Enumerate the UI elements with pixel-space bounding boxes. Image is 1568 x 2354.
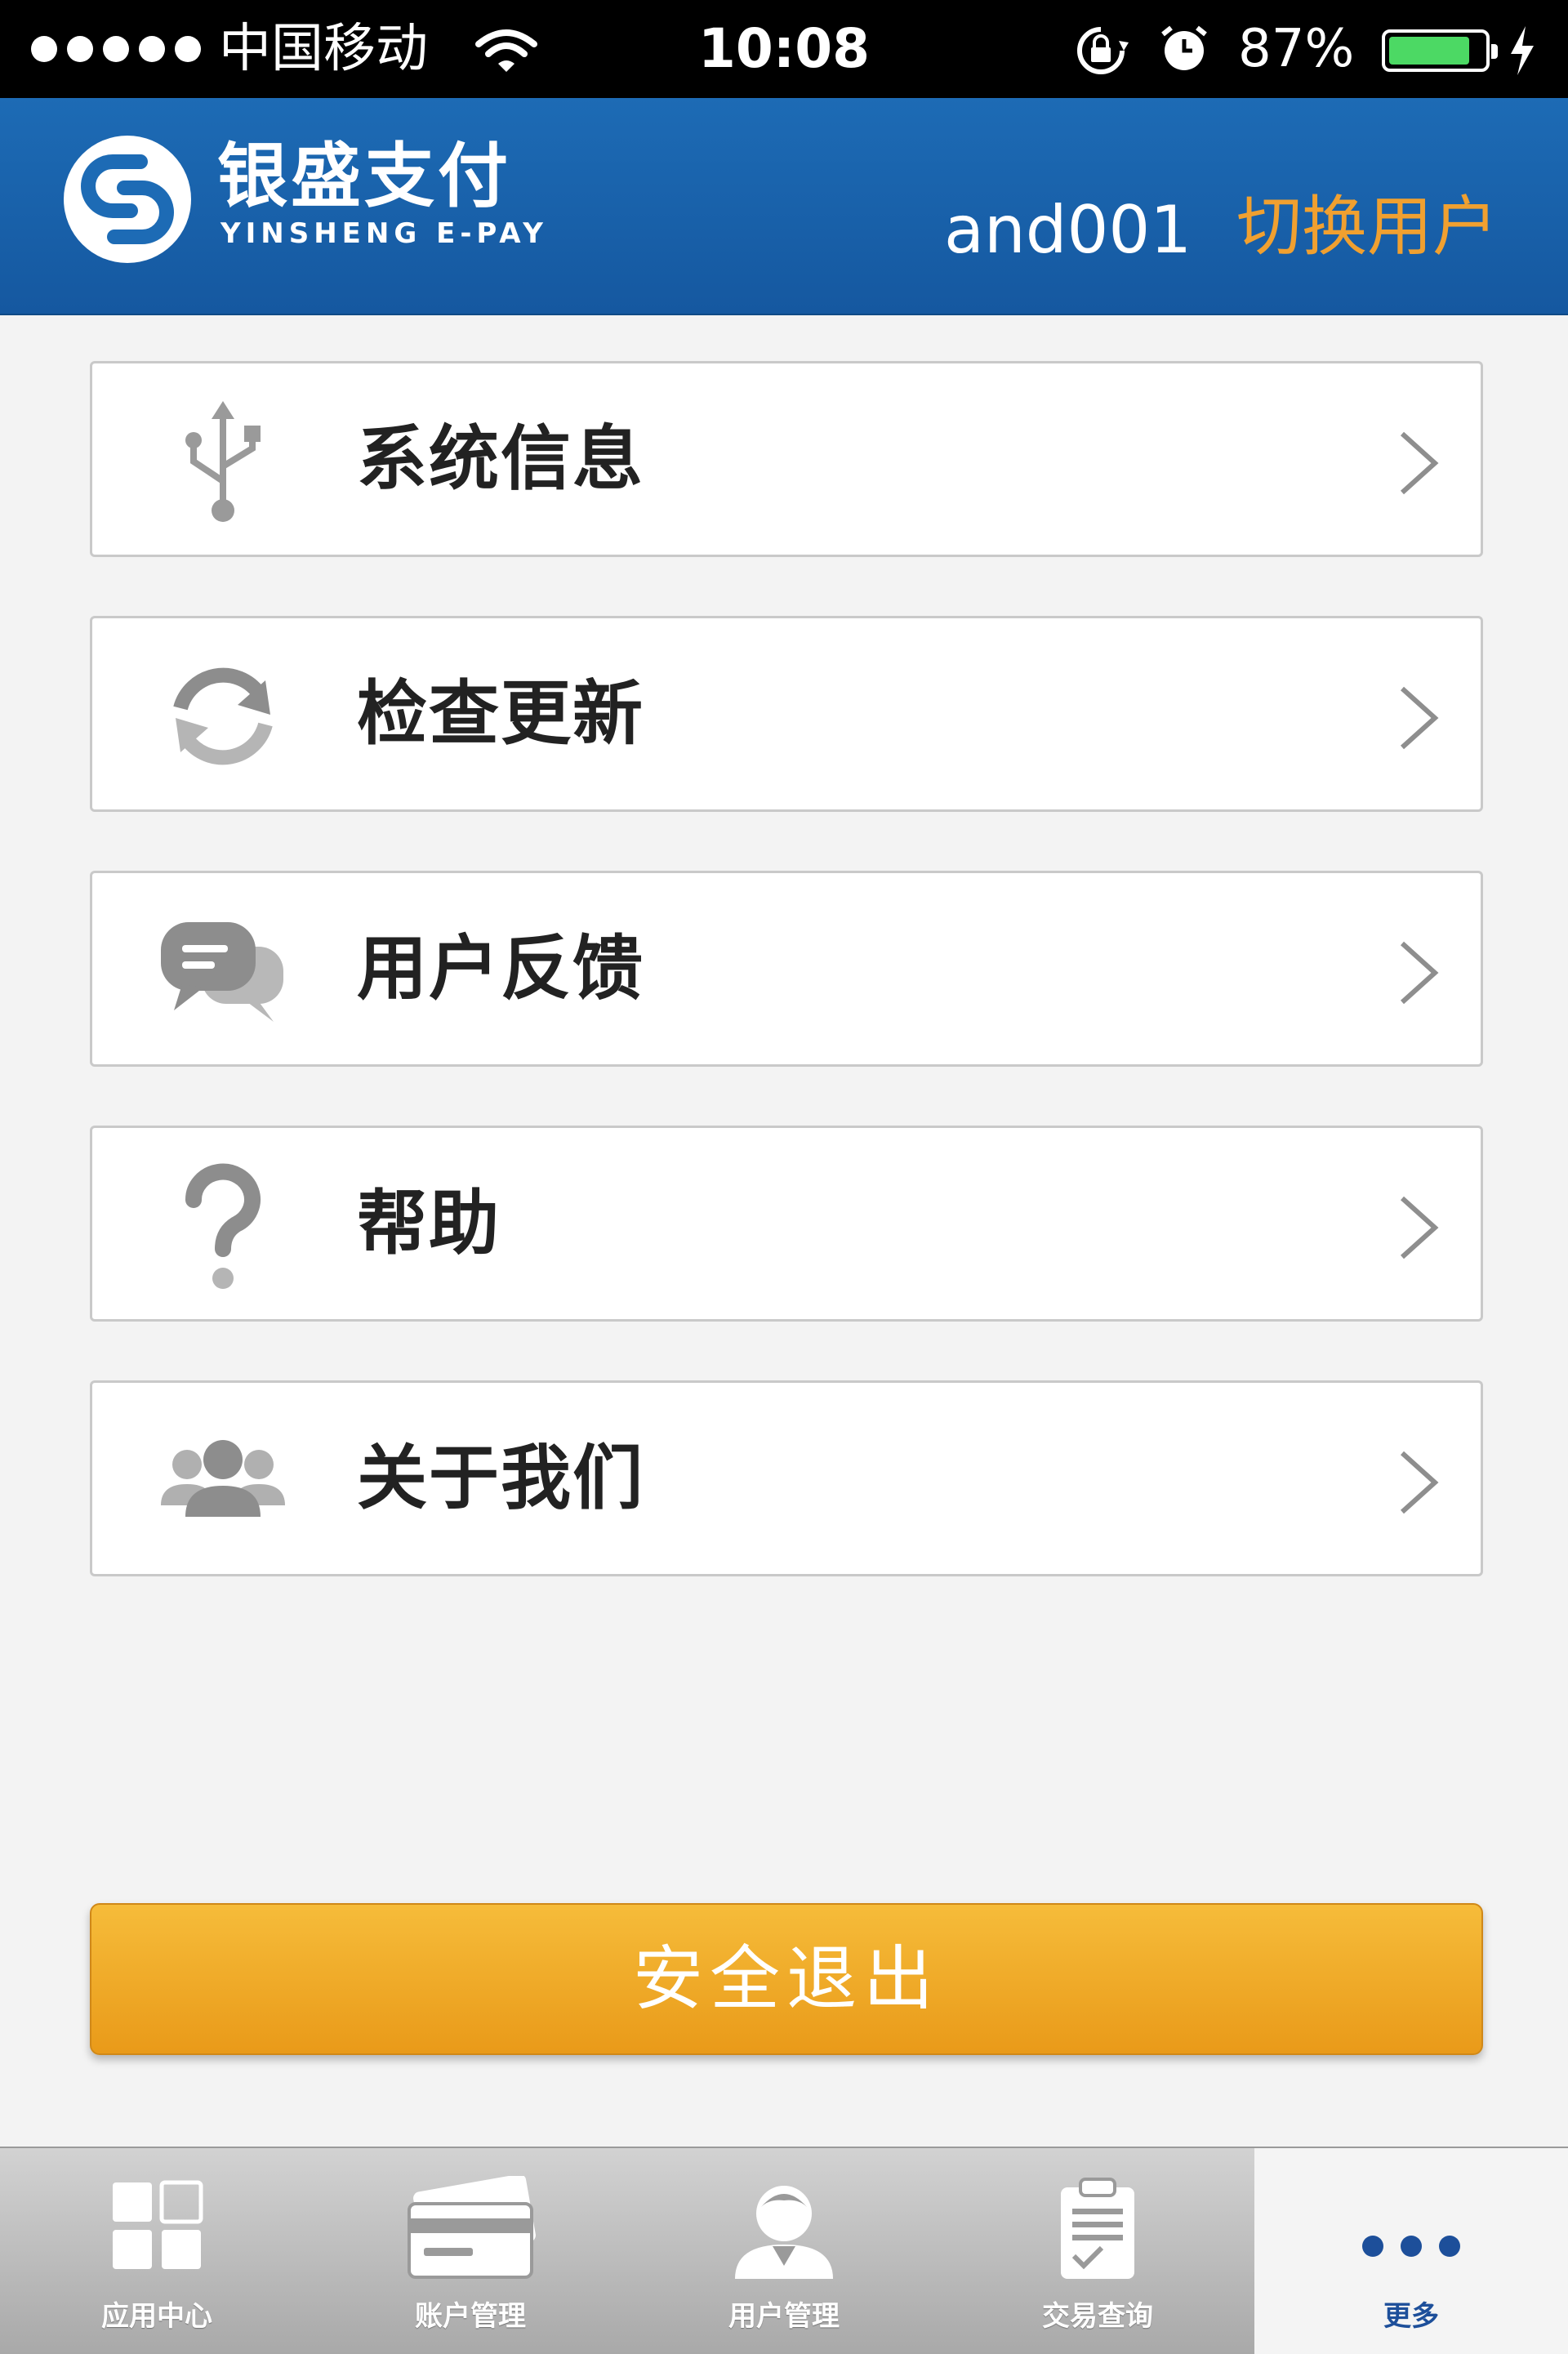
switch-user-button[interactable]: 切换用户 — [1236, 186, 1498, 268]
menu-item-system-info[interactable]: 系统信息 — [90, 361, 1483, 557]
battery-percent: 87% — [1238, 19, 1355, 79]
tab-label: 更多 — [1383, 2300, 1439, 2333]
menu-item-label: 检查更新 — [357, 673, 644, 755]
refresh-icon — [158, 651, 288, 782]
logout-button[interactable]: 安全退出 — [90, 1903, 1483, 2055]
settings-menu: 系统信息 检查更新 用户反馈 帮助 关于我们 — [90, 361, 1483, 1635]
battery-icon — [1382, 29, 1498, 72]
user-profile-icon — [727, 2176, 841, 2285]
tab-label: 应用中心 — [101, 2300, 212, 2333]
menu-item-label: 用户反馈 — [357, 928, 644, 1010]
current-username: and001 — [944, 192, 1192, 268]
status-bar: 中国移动 10:08 87% — [0, 0, 1568, 98]
tab-user-management[interactable]: 用户管理 — [627, 2148, 941, 2354]
charging-icon — [1508, 25, 1537, 80]
logo-text-en: YINSHENG E-PAY — [220, 217, 548, 250]
chat-bubbles-icon — [158, 906, 288, 1037]
more-dots-icon — [1358, 2230, 1464, 2266]
yinsheng-logo-icon — [62, 134, 193, 268]
logo-text-cn: 银盛支付 — [217, 136, 511, 217]
clipboard-icon — [1053, 2176, 1143, 2285]
tab-app-center[interactable]: 应用中心 — [0, 2148, 314, 2354]
app-header: 银盛支付 YINSHENG E-PAY and001 切换用户 — [0, 98, 1568, 315]
tab-label: 交易查询 — [1042, 2300, 1153, 2333]
menu-item-label: 关于我们 — [357, 1438, 644, 1519]
chevron-right-icon — [1396, 429, 1441, 501]
rotation-lock-icon — [1070, 25, 1132, 80]
tab-more[interactable]: 更多 — [1254, 2148, 1568, 2354]
chevron-right-icon — [1396, 1193, 1441, 1265]
bank-card-icon — [401, 2173, 540, 2285]
tab-transaction-query[interactable]: 交易查询 — [941, 2148, 1254, 2354]
group-users-icon — [158, 1416, 288, 1546]
usb-icon — [158, 396, 288, 527]
chevron-right-icon — [1396, 1448, 1441, 1520]
menu-item-help[interactable]: 帮助 — [90, 1126, 1483, 1322]
question-icon — [158, 1161, 288, 1291]
menu-item-check-update[interactable]: 检查更新 — [90, 616, 1483, 812]
app-grid-icon — [108, 2176, 206, 2277]
menu-item-label: 系统信息 — [357, 418, 644, 500]
menu-item-about-us[interactable]: 关于我们 — [90, 1380, 1483, 1576]
tab-label: 用户管理 — [728, 2300, 840, 2333]
chevron-right-icon — [1396, 684, 1441, 756]
alarm-icon — [1158, 23, 1210, 78]
menu-item-label: 帮助 — [357, 1183, 501, 1264]
menu-item-feedback[interactable]: 用户反馈 — [90, 871, 1483, 1067]
chevron-right-icon — [1396, 938, 1441, 1010]
tab-account-management[interactable]: 账户管理 — [314, 2148, 627, 2354]
tab-bar: 应用中心 账户管理 用户管理 交易查询 更多 — [0, 2147, 1568, 2354]
tab-label: 账户管理 — [415, 2300, 526, 2333]
